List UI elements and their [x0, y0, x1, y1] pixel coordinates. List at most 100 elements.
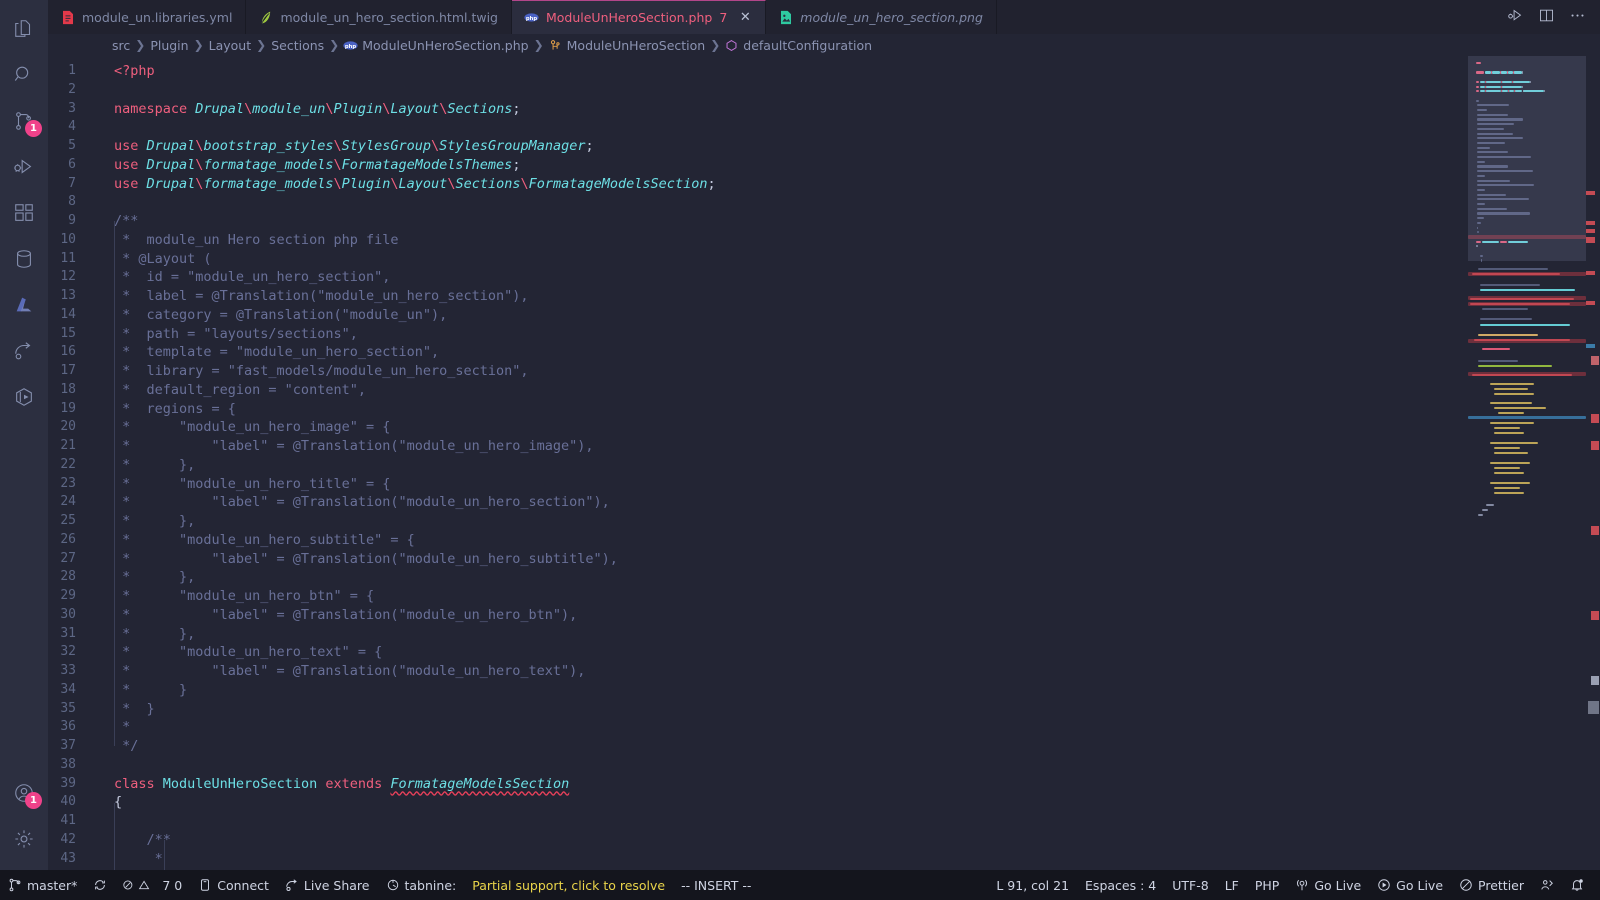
code-line[interactable]: { [98, 793, 1468, 812]
code-line[interactable]: * [98, 850, 1468, 869]
status-cursor-position[interactable]: L 91, col 21 [988, 870, 1077, 900]
code-line[interactable]: * "module_un_hero_btn" = { [98, 587, 1468, 606]
breadcrumb-item[interactable]: defaultConfiguration [725, 38, 872, 53]
code-line[interactable]: /** [98, 831, 1468, 850]
status-go-live-preview[interactable]: Go Live [1369, 870, 1451, 900]
status-go-live-server[interactable]: Go Live [1287, 870, 1369, 900]
code-line[interactable]: * [98, 718, 1468, 737]
code-line[interactable]: /** [98, 212, 1468, 231]
code-line[interactable]: * "label" = @Translation("module_un_hero… [98, 493, 1468, 512]
editor-tab[interactable]: module_un.libraries.yml [48, 0, 247, 34]
sidebar-item-explorer[interactable] [0, 6, 48, 52]
code-line[interactable]: <?php [98, 62, 1468, 81]
code-surface[interactable]: 1 2 3 4 5 6 7 8 9 10 11 12 13 14 15 16 17 18 19 20 21 22 23 24 2… [48, 56, 1468, 870]
status-tabnine-status[interactable]: Partial support, click to resolve [464, 870, 673, 900]
code-line[interactable] [98, 118, 1468, 137]
status-notifications[interactable] [1562, 870, 1592, 900]
chevron-right-icon: ❯ [193, 38, 204, 52]
breadcrumb-item[interactable]: src [112, 38, 130, 53]
status-language-mode[interactable]: PHP [1247, 870, 1287, 900]
breadcrumb-item[interactable]: Plugin [150, 38, 188, 53]
code-line[interactable]: * regions = { [98, 400, 1468, 419]
error-warning-icon [123, 878, 157, 892]
sidebar-item-manage[interactable] [0, 816, 48, 862]
code-line[interactable]: * label = @Translation("module_un_hero_s… [98, 287, 1468, 306]
breadcrumb[interactable]: src ❯ Plugin ❯ Layout ❯ Sections ❯ php ModuleUnHe… [48, 34, 1600, 56]
status-encoding[interactable]: UTF-8 [1164, 870, 1216, 900]
code-token: ; [585, 138, 594, 154]
breadcrumb-item[interactable]: Sections [271, 38, 324, 53]
overview-ruler[interactable] [1586, 56, 1600, 870]
code-line[interactable]: * "module_un_hero_title" = { [98, 475, 1468, 494]
code-line[interactable] [98, 812, 1468, 831]
code-line[interactable]: * }, [98, 568, 1468, 587]
code-line[interactable]: */ [98, 737, 1468, 756]
code-line[interactable]: * "label" = @Translation("module_un_hero… [98, 606, 1468, 625]
code-line[interactable]: * } [98, 681, 1468, 700]
code-line[interactable]: * }, [98, 456, 1468, 475]
sidebar-item-accounts[interactable]: 1 [0, 770, 48, 816]
more-actions-icon[interactable] [1569, 7, 1586, 28]
code-token: StylesGroup [341, 138, 432, 154]
editor-scrollbar[interactable] [1588, 701, 1599, 714]
code-line[interactable] [98, 193, 1468, 212]
sidebar-item-source-control[interactable]: 1 [0, 98, 48, 144]
sidebar-item-run-and-debug[interactable] [0, 144, 48, 190]
code-line[interactable] [98, 81, 1468, 100]
code-line[interactable]: * "label" = @Translation("module_un_hero… [98, 437, 1468, 456]
code-line[interactable]: * }, [98, 625, 1468, 644]
code-line[interactable]: * template = "module_un_hero_section", [98, 343, 1468, 362]
breadcrumb-item[interactable]: ModuleUnHeroSection [549, 38, 705, 53]
code-editor[interactable]: 1 2 3 4 5 6 7 8 9 10 11 12 13 14 15 16 17 18 19 20 21 22 23 24 2… [48, 56, 1600, 870]
sidebar-item-azure[interactable] [0, 282, 48, 328]
split-editor-icon[interactable] [1538, 7, 1555, 28]
code-lines[interactable]: <?php namespace Drupal\module_un\Plugin\L… [98, 56, 1468, 870]
status-vim-mode[interactable]: -- INSERT -- [673, 870, 759, 900]
editor-tab[interactable]: module_un_hero_section.png [766, 0, 997, 34]
editor-tab[interactable]: module_un_hero_section.html.twig [246, 0, 512, 34]
code-line[interactable]: class ModuleUnHeroSection extends Format… [98, 775, 1468, 794]
code-line[interactable]: * path = "layouts/sections", [98, 325, 1468, 344]
status-live-share[interactable]: Live Share [277, 870, 378, 900]
code-line[interactable]: * "label" = @Translation("module_un_hero… [98, 662, 1468, 681]
code-line[interactable] [98, 756, 1468, 775]
code-line[interactable]: * module_un Hero section php file [98, 231, 1468, 250]
code-line[interactable]: * "module_un_hero_text" = { [98, 643, 1468, 662]
status-eol[interactable]: LF [1217, 870, 1247, 900]
code-line[interactable]: * library = "fast_models/module_un_hero_… [98, 362, 1468, 381]
status-problems[interactable]: 7 0 [115, 870, 190, 900]
code-line[interactable]: namespace Drupal\module_un\Plugin\Layout… [98, 100, 1468, 119]
status-prettier[interactable]: Prettier [1451, 870, 1532, 900]
code-line[interactable]: * category = @Translation("module_un"), [98, 306, 1468, 325]
code-line[interactable]: use Drupal\bootstrap_styles\StylesGroup\… [98, 137, 1468, 156]
code-line[interactable]: * } [98, 700, 1468, 719]
sidebar-item-remote-explorer[interactable] [0, 374, 48, 420]
close-icon[interactable]: ✕ [738, 10, 752, 25]
code-line[interactable]: * "label" = @Translation("module_un_hero… [98, 550, 1468, 569]
status-sync-changes[interactable] [85, 870, 115, 900]
status-feedback[interactable] [1532, 870, 1562, 900]
breadcrumb-item[interactable]: Layout [209, 38, 252, 53]
code-line[interactable]: * @Layout ( [98, 250, 1468, 269]
code-line[interactable]: use Drupal\formatage_models\Plugin\Layou… [98, 175, 1468, 194]
sidebar-item-extensions[interactable] [0, 190, 48, 236]
status-tabnine[interactable]: tabnine: [378, 870, 465, 900]
code-line[interactable]: use Drupal\formatage_models\FormatageMod… [98, 156, 1468, 175]
code-line[interactable]: * "module_un_hero_image" = { [98, 418, 1468, 437]
status-indentation[interactable]: Espaces : 4 [1077, 870, 1164, 900]
status-connect[interactable]: Connect [190, 870, 277, 900]
code-line[interactable]: * "module_un_hero_subtitle" = { [98, 531, 1468, 550]
status-remote-branch[interactable]: master* [0, 870, 85, 900]
minimap-error-band [1468, 302, 1586, 306]
code-line[interactable]: * id = "module_un_hero_section", [98, 268, 1468, 287]
sidebar-item-live-share[interactable] [0, 328, 48, 374]
minimap[interactable] [1468, 56, 1586, 870]
code-line[interactable]: * }, [98, 512, 1468, 531]
sidebar-item-database[interactable] [0, 236, 48, 282]
sidebar-item-search[interactable] [0, 52, 48, 98]
breadcrumb-item[interactable]: php ModuleUnHeroSection.php [343, 38, 529, 53]
editor-tab[interactable]: php ModuleUnHeroSection.php 7 ✕ [511, 0, 767, 34]
run-or-debug-icon[interactable] [1507, 7, 1524, 28]
code-line[interactable]: * default_region = "content", [98, 381, 1468, 400]
minimap-slider[interactable] [1468, 56, 1586, 261]
